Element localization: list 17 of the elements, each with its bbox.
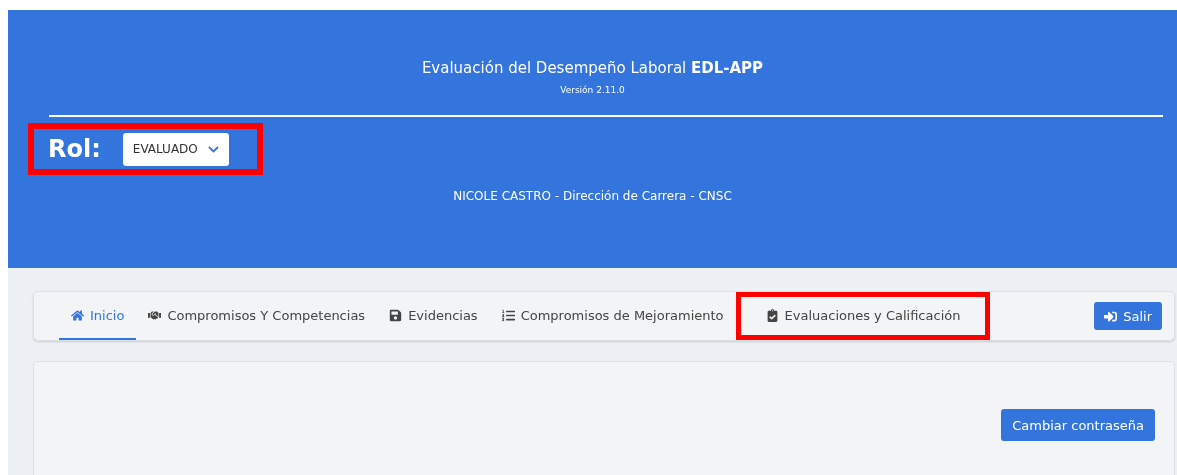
list-icon [501,308,515,322]
clipboard-check-icon [765,308,779,322]
home-icon [71,308,84,322]
nav-tab[interactable]: Inicio [59,292,137,340]
version-text: Versión 2.11.0 [560,85,625,95]
chevron-down-icon [207,145,219,153]
nav-tab[interactable]: Compromisos Y Competencias [136,292,378,340]
logout-button[interactable]: Salir [1094,302,1162,330]
change-password-button[interactable]: Cambiar contraseña [1001,409,1155,441]
role-select[interactable]: EVALUADO [122,132,229,166]
nav-tab[interactable]: Evaluaciones y Calificación [735,292,991,340]
nav-tab[interactable]: Compromisos de Mejoramiento [489,292,736,340]
role-label: Rol: [48,135,101,163]
sign-in-icon [1104,309,1118,323]
user-info: NICOLE CASTRO - Dirección de Carrera - CNSC [453,189,732,203]
app-title: Evaluación del Desempeño Laboral EDL-APP [421,59,764,77]
nav-tab[interactable]: Evidencias [377,292,490,340]
